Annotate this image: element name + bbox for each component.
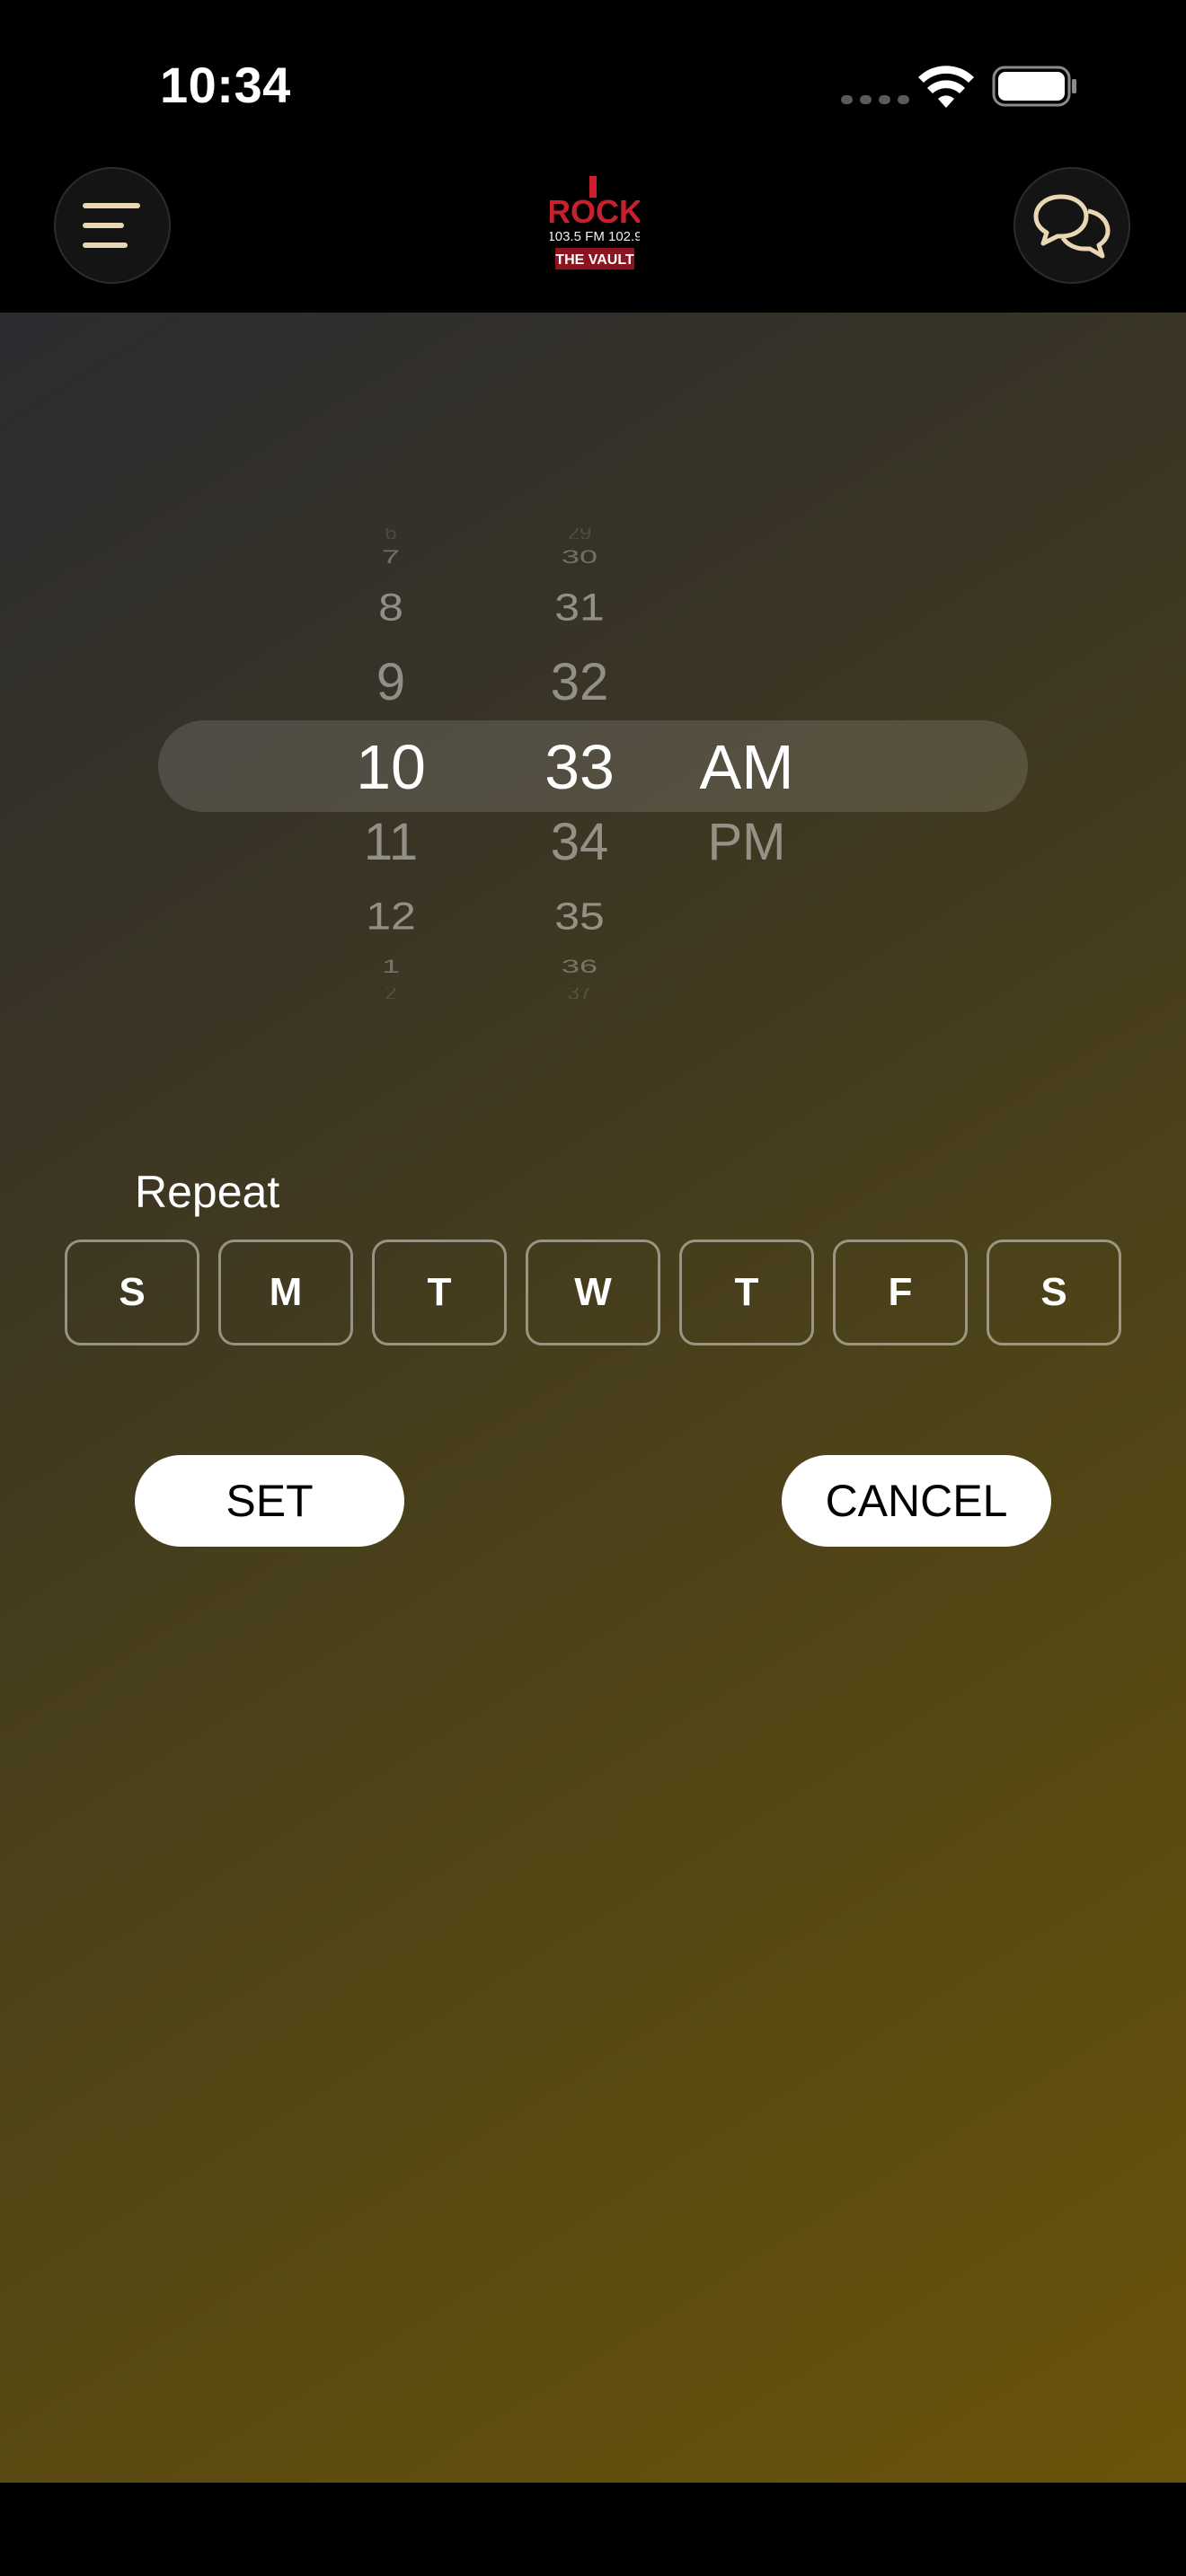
minute-option: 30: [561, 545, 598, 568]
minute-option: 34: [550, 813, 609, 871]
chat-button[interactable]: [1013, 167, 1130, 284]
day-toggle-saturday[interactable]: S: [987, 1239, 1121, 1345]
time-picker[interactable]: 6 7 8 9 10 11 12 1 2 29 30 31 32 33 34 3…: [0, 528, 1186, 1013]
day-toggle-sunday[interactable]: S: [65, 1239, 199, 1345]
app-header: ROCK 103.5 FM 102.9 THE VAULT: [0, 153, 1186, 313]
repeat-label: Repeat: [135, 1167, 280, 1217]
status-bar: 10:34: [0, 0, 1186, 153]
minute-option-selected: 33: [544, 732, 615, 802]
alarm-settings-panel: 6 7 8 9 10 11 12 1 2 29 30 31 32 33 34 3…: [0, 313, 1186, 2483]
day-toggle-friday[interactable]: F: [833, 1239, 968, 1345]
status-time: 10:34: [160, 57, 291, 113]
minute-option: 36: [561, 955, 598, 977]
hour-option: 8: [378, 586, 403, 629]
hour-option: 11: [363, 813, 419, 871]
hour-option: 2: [319, 988, 463, 999]
battery-icon: [992, 66, 1076, 107]
hour-option: 1: [381, 955, 401, 977]
day-toggle-tuesday[interactable]: T: [372, 1239, 507, 1345]
logo-line3: THE VAULT: [555, 252, 634, 268]
logo-line2: 103.5 FM 102.9: [550, 229, 640, 244]
period-option-selected: AM: [699, 732, 794, 802]
minute-option: 37: [508, 988, 651, 999]
alarm-screen: 10:34 ROCK 103.5 FM 102.9 THE VAULT 7 8 …: [0, 0, 1186, 2576]
period-wheel[interactable]: AM PM: [675, 528, 819, 1013]
repeat-days: S M T W T F S: [65, 1239, 1121, 1345]
minute-option: 31: [554, 586, 605, 629]
minute-wheel[interactable]: 29 30 31 32 33 34 35 36 37: [508, 528, 651, 1013]
chat-bubbles-icon: [1033, 194, 1111, 259]
logo-line1: ROCK: [550, 193, 640, 230]
menu-icon: [83, 203, 140, 248]
day-toggle-thursday[interactable]: T: [679, 1239, 814, 1345]
cancel-button[interactable]: CANCEL: [782, 1455, 1051, 1547]
minute-option: 35: [554, 895, 605, 938]
menu-button[interactable]: [54, 167, 171, 284]
day-toggle-wednesday[interactable]: W: [526, 1239, 660, 1345]
hour-option: 6: [319, 528, 463, 539]
station-logo: ROCK 103.5 FM 102.9 THE VAULT: [547, 176, 642, 277]
hour-wheel[interactable]: 6 7 8 9 10 11 12 1 2: [319, 528, 463, 1013]
minute-option: 29: [508, 528, 651, 539]
hour-option: 12: [366, 895, 416, 938]
bottom-bar: [0, 2483, 1186, 2576]
wifi-icon: [918, 66, 974, 108]
minute-option: 32: [550, 653, 609, 711]
day-toggle-monday[interactable]: M: [218, 1239, 353, 1345]
hour-option: 7: [381, 545, 401, 568]
period-option: PM: [707, 813, 786, 871]
hour-option-selected: 10: [356, 732, 426, 802]
cellular-signal-icon: [841, 95, 909, 104]
hour-option: 9: [376, 653, 406, 711]
set-button[interactable]: SET: [135, 1455, 404, 1547]
